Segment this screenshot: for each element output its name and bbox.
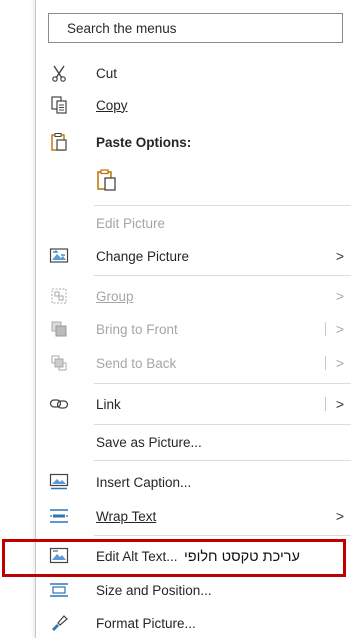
separator <box>94 424 351 425</box>
separator <box>94 460 351 461</box>
separator <box>94 535 351 536</box>
send-to-back-icon <box>48 352 70 374</box>
wrap-text-icon <box>48 505 70 527</box>
menu-item-size-and-position[interactable]: Size and Position... <box>36 577 351 603</box>
paste-picture-icon <box>94 167 120 193</box>
separator <box>94 275 351 276</box>
separator <box>94 205 351 206</box>
menu-item-cut[interactable]: Cut <box>36 60 351 86</box>
paste-options-label: Paste Options: <box>96 134 192 150</box>
format-picture-label: Format Picture... <box>96 615 196 631</box>
menu-item-bring-to-front[interactable]: Bring to Front > <box>36 316 351 342</box>
split-divider <box>325 322 326 336</box>
link-label: Link <box>96 396 121 412</box>
change-picture-icon <box>48 245 70 267</box>
size-position-icon <box>48 579 70 601</box>
chevron-right-icon: > <box>335 248 344 264</box>
menu-item-wrap-text[interactable]: Wrap Text > <box>36 503 351 529</box>
link-icon <box>48 393 70 415</box>
search-placeholder: Search the menus <box>67 20 177 36</box>
group-icon <box>48 285 70 307</box>
bring-to-front-icon <box>48 318 70 340</box>
menu-item-copy[interactable]: Copy <box>36 92 351 118</box>
menu-item-change-picture[interactable]: Change Picture > <box>36 243 351 269</box>
paint-brush-icon <box>48 612 70 634</box>
split-divider <box>325 397 326 411</box>
chevron-right-icon: > <box>335 288 344 304</box>
insert-caption-label: Insert Caption... <box>96 474 192 490</box>
menu-item-group[interactable]: Group > <box>36 283 351 309</box>
split-divider <box>325 356 326 370</box>
separator <box>94 383 351 384</box>
size-and-position-label: Size and Position... <box>96 582 212 598</box>
menu-item-edit-picture[interactable]: Edit Picture <box>36 210 351 236</box>
send-to-back-label: Send to Back <box>96 355 177 371</box>
group-label: Group <box>96 288 134 304</box>
insert-caption-icon <box>48 471 70 493</box>
save-as-picture-label: Save as Picture... <box>96 434 202 450</box>
paste-option-button[interactable] <box>36 164 351 196</box>
wrap-text-label: Wrap Text <box>96 508 157 524</box>
chevron-right-icon: > <box>335 508 344 524</box>
chevron-right-icon[interactable]: > <box>336 321 344 337</box>
annotation-hebrew-text: עריכת טקסט חלופי <box>184 549 300 565</box>
copy-label: Copy <box>96 97 128 113</box>
chevron-right-icon[interactable]: > <box>336 396 344 412</box>
paste-options-header: Paste Options: <box>36 129 351 155</box>
search-menus-field[interactable]: Search the menus <box>48 13 343 43</box>
scissors-icon <box>48 62 70 84</box>
menu-item-send-to-back[interactable]: Send to Back > <box>36 350 351 376</box>
menu-item-format-picture[interactable]: Format Picture... <box>36 610 351 636</box>
copy-icon <box>48 94 70 116</box>
menu-item-insert-caption[interactable]: Insert Caption... <box>36 469 351 495</box>
edit-picture-label: Edit Picture <box>96 215 166 231</box>
menu-item-link[interactable]: Link > <box>36 391 351 417</box>
menu-item-save-as-picture[interactable]: Save as Picture... <box>36 429 351 455</box>
cut-label: Cut <box>96 65 118 81</box>
bring-to-front-label: Bring to Front <box>96 321 178 337</box>
chevron-right-icon[interactable]: > <box>336 355 344 371</box>
clipboard-icon <box>48 131 70 153</box>
change-picture-label: Change Picture <box>96 248 190 264</box>
